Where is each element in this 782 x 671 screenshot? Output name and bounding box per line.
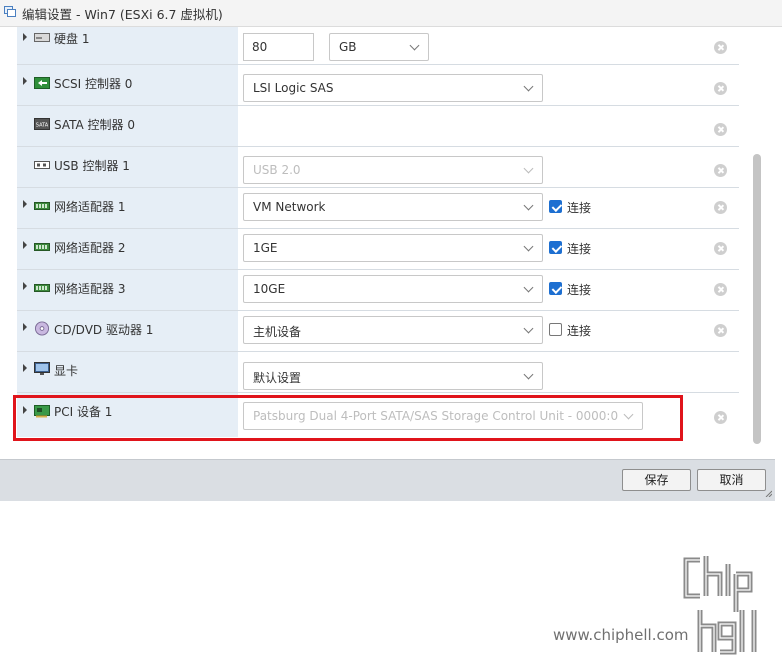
- device-label: 网络适配器 1: [54, 200, 126, 214]
- chevron-down-icon: [523, 163, 534, 174]
- device-row-network-2: 网络适配器 2 1GE 连接: [17, 229, 739, 270]
- disk-size-input[interactable]: 80: [243, 33, 314, 61]
- chevron-down-icon: [523, 323, 534, 334]
- network-select[interactable]: 1GE: [243, 234, 543, 262]
- device-row-hard-disk: 硬盘 1 80 GB: [17, 27, 739, 65]
- remove-device-icon[interactable]: [714, 283, 727, 296]
- checkbox-checked-icon[interactable]: [549, 282, 562, 295]
- device-label: 网络适配器 2: [54, 241, 126, 255]
- network-select[interactable]: 10GE: [243, 275, 543, 303]
- expand-caret-icon[interactable]: [23, 200, 27, 208]
- hard-disk-icon: [34, 33, 50, 42]
- title-bar: 编辑设置 - Win7 (ESXi 6.7 虚拟机): [0, 0, 782, 27]
- device-row-cd-dvd: CD/DVD 驱动器 1 主机设备 连接: [17, 311, 739, 352]
- remove-device-icon[interactable]: [714, 411, 727, 424]
- device-row-network-3: 网络适配器 3 10GE 连接: [17, 270, 739, 311]
- expand-caret-icon[interactable]: [23, 241, 27, 249]
- device-label: SCSI 控制器 0: [54, 77, 133, 91]
- cancel-button[interactable]: 取消: [697, 469, 766, 491]
- vertical-scrollbar[interactable]: [753, 154, 761, 444]
- usb-controller-icon: [34, 161, 50, 169]
- expand-caret-icon[interactable]: [23, 33, 27, 41]
- network-adapter-icon: [34, 243, 50, 251]
- checkbox-checked-icon[interactable]: [549, 241, 562, 254]
- remove-device-icon[interactable]: [714, 201, 727, 214]
- device-row-video-card: 显卡 默认设置: [17, 352, 739, 393]
- device-row-sata: SATA SATA 控制器 0: [17, 106, 739, 147]
- svg-text:SATA: SATA: [36, 123, 49, 129]
- dialog-footer: 保存 取消: [0, 459, 775, 501]
- chevron-down-icon: [523, 200, 534, 211]
- remove-device-icon[interactable]: [714, 123, 727, 136]
- remove-device-icon[interactable]: [714, 82, 727, 95]
- remove-device-icon[interactable]: [714, 242, 727, 255]
- chevron-down-icon: [409, 40, 420, 51]
- chevron-down-icon: [523, 241, 534, 252]
- checkbox-unchecked-icon[interactable]: [549, 323, 562, 336]
- remove-device-icon[interactable]: [714, 164, 727, 177]
- device-row-usb: USB 控制器 1 USB 2.0: [17, 147, 739, 188]
- cd-dvd-source-select[interactable]: 主机设备: [243, 316, 543, 344]
- save-button[interactable]: 保存: [622, 469, 691, 491]
- device-label: CD/DVD 驱动器 1: [54, 323, 154, 337]
- expand-caret-icon[interactable]: [23, 282, 27, 290]
- network-adapter-icon: [34, 202, 50, 210]
- window-title: 编辑设置 - Win7 (ESXi 6.7 虚拟机): [22, 7, 223, 22]
- chevron-down-icon: [523, 81, 534, 92]
- resize-grip-icon[interactable]: [764, 489, 772, 497]
- network-adapter-icon: [34, 284, 50, 292]
- device-label: USB 控制器 1: [54, 159, 130, 173]
- device-label: SATA 控制器 0: [54, 118, 135, 132]
- device-label: 网络适配器 3: [54, 282, 126, 296]
- chevron-down-icon: [523, 282, 534, 293]
- usb-type-select: USB 2.0: [243, 156, 543, 184]
- monitor-icon: [34, 362, 50, 375]
- remove-device-icon[interactable]: [714, 41, 727, 54]
- device-row-network-1: 网络适配器 1 VM Network 连接: [17, 188, 739, 229]
- expand-caret-icon[interactable]: [23, 323, 27, 331]
- window-icon: [4, 6, 16, 17]
- scsi-type-select[interactable]: LSI Logic SAS: [243, 74, 543, 102]
- network-select[interactable]: VM Network: [243, 193, 543, 221]
- cd-dvd-drive-icon: [34, 321, 50, 336]
- device-label: 显卡: [54, 364, 79, 378]
- device-label: 硬盘 1: [54, 32, 90, 46]
- device-row-scsi: SCSI 控制器 0 LSI Logic SAS: [17, 65, 739, 106]
- chevron-down-icon: [523, 369, 534, 380]
- checkbox-checked-icon[interactable]: [549, 200, 562, 213]
- disk-unit-select[interactable]: GB: [329, 33, 429, 61]
- video-card-select[interactable]: 默认设置: [243, 362, 543, 390]
- red-highlight-box: [13, 395, 683, 441]
- watermark-url: www.chiphell.com: [553, 626, 689, 644]
- expand-caret-icon[interactable]: [23, 364, 27, 372]
- remove-device-icon[interactable]: [714, 324, 727, 337]
- expand-caret-icon[interactable]: [23, 77, 27, 85]
- chiphell-logo: [683, 556, 757, 655]
- scsi-controller-icon: [34, 77, 50, 89]
- sata-controller-icon: SATA: [34, 118, 50, 130]
